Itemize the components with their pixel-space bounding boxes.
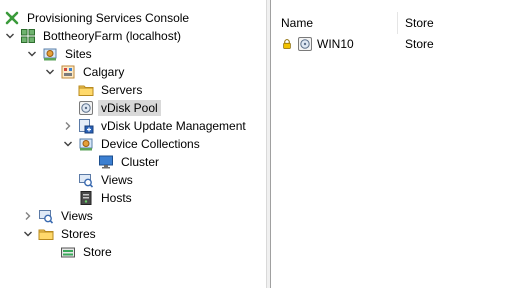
store-icon	[60, 244, 76, 260]
tree-item-label: Provisioning Services Console	[27, 11, 190, 25]
details-list[interactable]: Name Store WIN10 Store	[271, 0, 522, 288]
tree-item-label: Views	[101, 173, 133, 187]
tree-item-label: BottheoryFarm (localhost)	[43, 29, 182, 43]
vdisk-store: Store	[405, 37, 434, 51]
tree-item-label: Device Collections	[101, 137, 200, 151]
column-header-label: Name	[281, 16, 314, 30]
tree-item-label: vDisk Update Management	[101, 119, 246, 133]
tree-item-label: Calgary	[83, 65, 125, 79]
expand-chevron-icon[interactable]	[62, 117, 74, 135]
collapse-chevron-icon[interactable]	[4, 27, 16, 45]
tree-item-label: Stores	[61, 227, 96, 241]
sites-icon	[42, 46, 58, 62]
views-icon	[38, 208, 54, 224]
tree-item-views[interactable]: Views	[22, 207, 96, 225]
tree-item-stores[interactable]: Stores	[22, 225, 99, 243]
tree-item-label: Cluster	[121, 155, 160, 169]
list-item[interactable]: WIN10	[281, 35, 354, 53]
folder-icon	[78, 82, 94, 98]
tree-item-label: vDisk Pool	[98, 100, 161, 116]
monitor-icon	[98, 154, 114, 170]
collapse-chevron-icon[interactable]	[26, 45, 38, 63]
tree-item-hosts[interactable]: Hosts	[78, 189, 135, 207]
tree-item-device-collections[interactable]: Device Collections	[62, 135, 203, 153]
vdisk-update-icon	[78, 118, 94, 134]
list-item-store-cell: Store	[405, 35, 434, 53]
collapse-chevron-icon[interactable]	[44, 63, 56, 81]
column-header-name[interactable]: Name	[273, 12, 397, 34]
tree-item-label: Views	[61, 209, 93, 223]
tree-item-vdisk-pool[interactable]: vDisk Pool	[78, 99, 161, 117]
site-icon	[60, 64, 76, 80]
host-icon	[78, 190, 94, 206]
tree-item-label: Servers	[101, 83, 143, 97]
tree-item-store[interactable]: Store	[60, 243, 115, 261]
tree-item-farm[interactable]: BottheoryFarm (localhost)	[4, 27, 184, 45]
tree-item-cluster[interactable]: Cluster	[98, 153, 162, 171]
tree-item-label: Hosts	[101, 191, 132, 205]
column-header-store[interactable]: Store	[397, 12, 522, 34]
farm-icon	[20, 28, 36, 44]
tree-item-site-views[interactable]: Views	[78, 171, 136, 189]
tree-item-vdisk-update-management[interactable]: vDisk Update Management	[62, 117, 249, 135]
tree-item-site-calgary[interactable]: Calgary	[44, 63, 127, 81]
lock-icon	[281, 38, 293, 50]
collapse-chevron-icon[interactable]	[62, 135, 74, 153]
vdisk-icon	[78, 100, 94, 116]
column-header-label: Store	[405, 16, 434, 30]
tree-item-console-root[interactable]: Provisioning Services Console	[4, 9, 192, 27]
tree-item-sites[interactable]: Sites	[26, 45, 95, 63]
views-icon	[78, 172, 94, 188]
expand-chevron-icon[interactable]	[22, 207, 34, 225]
tree-item-label: Sites	[65, 47, 92, 61]
vdisk-name: WIN10	[317, 37, 354, 51]
tree-item-servers[interactable]: Servers	[78, 81, 145, 99]
console-tree[interactable]: Provisioning Services Console BottheoryF…	[0, 0, 266, 288]
device-collections-icon	[78, 136, 94, 152]
console-root-icon	[4, 10, 20, 26]
tree-item-label: Store	[83, 245, 112, 259]
collapse-chevron-icon[interactable]	[22, 225, 34, 243]
vdisk-icon	[297, 36, 313, 52]
folder-icon	[38, 226, 54, 242]
